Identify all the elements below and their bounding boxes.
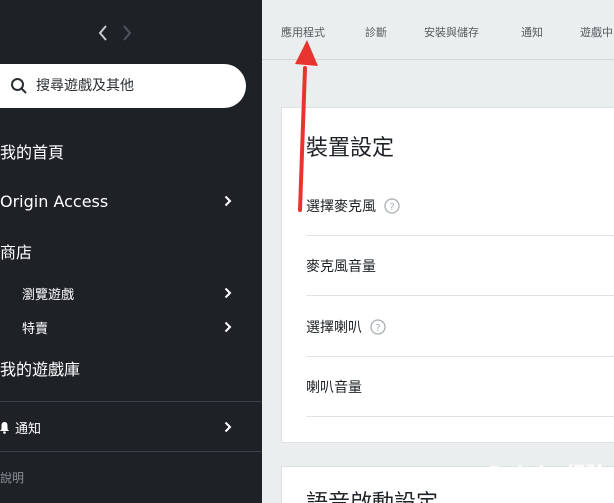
sidebar-item-browse-games[interactable]: 瀏覽遊戲 <box>0 283 262 303</box>
settings-main: 應用程式 診斷 安裝與儲存 通知 遊戲中 裝置設定 選擇麥克風 ? 麥克風音量 … <box>262 0 614 503</box>
tab-notifications[interactable]: 通知 <box>521 24 543 40</box>
row-label: 喇叭音量 <box>306 379 362 396</box>
tab-applications[interactable]: 應用程式 <box>281 24 325 40</box>
help-icon[interactable]: ? <box>384 197 400 214</box>
tab-install-storage[interactable]: 安裝與儲存 <box>424 24 479 40</box>
device-settings-title: 裝置設定 <box>306 136 395 161</box>
sidebar-item-label: 瀏覽遊戲 <box>22 287 75 303</box>
sidebar-item-notifications[interactable]: 通知 <box>0 417 262 437</box>
sidebar: 我的首頁 Origin Access 商店 瀏覽遊戲 特賣 我的遊戲庫 通知 說… <box>0 0 262 503</box>
row-label: 選擇喇叭 <box>306 319 362 336</box>
microphone-volume-row[interactable]: 麥克風音量 <box>306 236 614 296</box>
sidebar-item-origin-access[interactable]: Origin Access <box>0 190 262 212</box>
sidebar-item-label: 我的首頁 <box>0 143 65 162</box>
select-speaker-row[interactable]: 選擇喇叭 ? <box>306 297 614 357</box>
sidebar-item-label: 商店 <box>0 243 33 262</box>
sidebar-item-help[interactable]: 說明 <box>0 469 24 486</box>
select-microphone-row[interactable]: 選擇麥克風 ? <box>306 176 614 236</box>
chevron-right-icon <box>224 195 232 207</box>
speaker-volume-row[interactable]: 喇叭音量 <box>306 357 614 417</box>
notifications-label-group: 通知 <box>0 418 41 437</box>
forward-arrow-icon[interactable] <box>122 24 132 42</box>
sidebar-item-label: 我的遊戲庫 <box>0 360 81 379</box>
sidebar-item-label: Origin Access <box>0 191 109 211</box>
sidebar-divider <box>0 451 262 452</box>
row-label: 選擇麥克風 <box>306 198 376 215</box>
chevron-right-icon <box>224 321 232 333</box>
device-settings-card: 裝置設定 選擇麥克風 ? 麥克風音量 選擇喇叭 ? 喇叭音量 <box>281 107 614 443</box>
row-label: 麥克風音量 <box>306 258 376 275</box>
sidebar-item-deals[interactable]: 特賣 <box>0 317 262 337</box>
sidebar-item-home[interactable]: 我的首頁 <box>0 140 262 162</box>
search-icon <box>11 78 27 94</box>
sidebar-item-label: 特賣 <box>22 321 49 337</box>
watermark-url: jingyan.baidu.com <box>522 487 606 497</box>
settings-tabs: 應用程式 診斷 安裝與儲存 通知 遊戲中 <box>262 0 614 60</box>
tab-diagnostics[interactable]: 診斷 <box>365 24 387 40</box>
svg-text:?: ? <box>389 202 394 213</box>
history-nav <box>98 24 132 42</box>
bell-icon <box>0 421 9 434</box>
watermark: Bai du 经验 jingyan.baidu.com <box>488 458 606 497</box>
sidebar-divider <box>0 401 262 402</box>
svg-text:?: ? <box>375 323 380 334</box>
help-icon[interactable]: ? <box>370 318 386 335</box>
chevron-right-icon <box>224 287 232 299</box>
sidebar-item-label: 通知 <box>15 421 42 437</box>
back-arrow-icon[interactable] <box>98 24 108 42</box>
watermark-logo: Bai du 经验 <box>487 462 606 486</box>
sidebar-item-library[interactable]: 我的遊戲庫 <box>0 357 262 379</box>
search-box[interactable] <box>0 64 246 108</box>
sidebar-item-store[interactable]: 商店 <box>0 240 262 262</box>
voice-activation-title: 語音啟動設定 <box>306 485 438 503</box>
chevron-right-icon <box>224 421 232 433</box>
tab-in-game[interactable]: 遊戲中 <box>580 24 613 40</box>
search-input[interactable] <box>36 78 226 94</box>
